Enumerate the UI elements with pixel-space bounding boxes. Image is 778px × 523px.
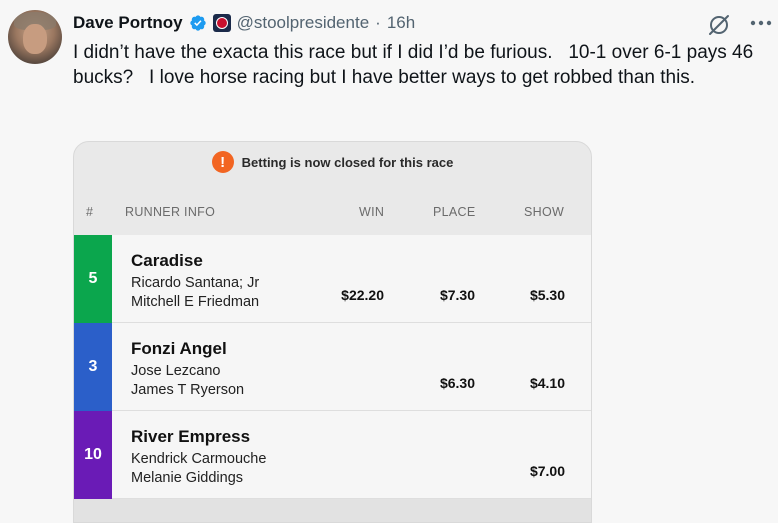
horse-name: River Empress: [131, 427, 251, 446]
horse-name: Fonzi Angel: [131, 339, 227, 358]
runner-number: 3: [74, 323, 112, 411]
more-icon[interactable]: [750, 20, 772, 26]
trainer-name: Mitchell E Friedman: [131, 294, 260, 310]
place-payout: $6.30: [439, 375, 475, 391]
jockey-name: Ricardo Santana; Jr: [131, 275, 260, 291]
author-avatar[interactable]: [8, 10, 62, 64]
column-header-runner: RUNNER INFO: [125, 205, 216, 219]
card-bottom-strip: [74, 499, 591, 522]
header-separator: ·: [375, 13, 381, 32]
column-header-place: PLACE: [433, 205, 476, 219]
tweet-timestamp[interactable]: 16h: [387, 13, 415, 33]
place-payout: $7.30: [439, 287, 475, 303]
runner-number: 10: [74, 411, 112, 499]
grok-icon[interactable]: [706, 12, 732, 38]
runner-row: 3 Fonzi Angel Jose Lezcano James T Ryers…: [74, 323, 591, 411]
tweet-text: I didn’t have the exacta this race but i…: [73, 42, 759, 88]
alert-text: Betting is now closed for this race: [241, 154, 454, 170]
runner-row: 5 Caradise Ricardo Santana; Jr Mitchell …: [74, 235, 591, 323]
trainer-name: Melanie Giddings: [131, 470, 244, 486]
runner-row: 10 River Empress Kendrick Carmouche Mela…: [74, 411, 591, 499]
show-payout: $4.10: [529, 375, 565, 391]
trainer-name: James T Ryerson: [131, 382, 245, 398]
column-header-win: WIN: [359, 205, 385, 219]
jockey-name: Jose Lezcano: [131, 363, 221, 379]
column-header-show: SHOW: [524, 205, 565, 219]
verified-badge-icon: [189, 15, 206, 31]
betting-closed-alert: ! Betting is now closed for this race: [74, 150, 591, 174]
tweet-header: Dave Portnoy @stoolpresidente · 16h: [73, 10, 415, 36]
avatar-face: [23, 24, 47, 54]
race-results-card[interactable]: ! Betting is now closed for this race # …: [73, 141, 592, 523]
alert-icon: !: [211, 151, 234, 173]
show-payout: $5.30: [529, 287, 565, 303]
author-name[interactable]: Dave Portnoy: [73, 13, 183, 33]
org-badge-icon[interactable]: [212, 14, 231, 32]
win-payout: $22.20: [341, 287, 384, 303]
show-payout: $7.00: [529, 463, 565, 479]
jockey-name: Kendrick Carmouche: [131, 451, 267, 467]
author-handle[interactable]: @stoolpresidente: [237, 13, 370, 33]
horse-name: Caradise: [131, 251, 203, 270]
runner-number: 5: [74, 235, 112, 323]
column-header-number: #: [86, 205, 94, 219]
